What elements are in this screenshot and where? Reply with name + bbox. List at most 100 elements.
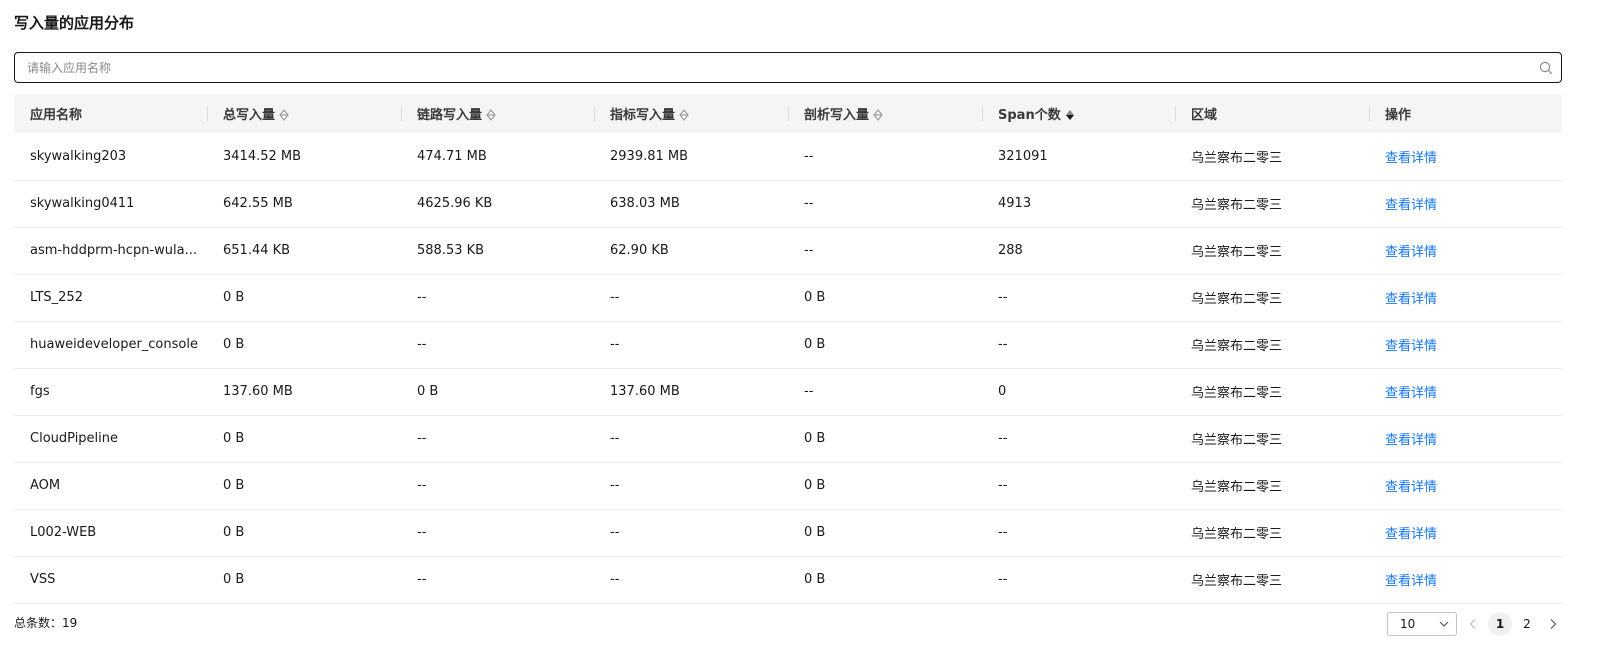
cell-span: 288: [982, 227, 1175, 275]
cell-trace: --: [401, 321, 594, 369]
cell-region: 乌兰察布二零三: [1175, 180, 1369, 228]
view-details-link[interactable]: 查看详情: [1385, 245, 1437, 260]
cell-profile: 0 B: [788, 509, 982, 557]
cell-region: 乌兰察布二零三: [1175, 368, 1369, 416]
view-details-link[interactable]: 查看详情: [1385, 386, 1437, 401]
column-header-app-name: 应用名称: [14, 94, 207, 133]
cell-span: --: [982, 509, 1175, 557]
cell-profile: --: [788, 227, 982, 275]
cell-metric: --: [594, 415, 788, 463]
cell-app-name: L002-WEB: [14, 509, 207, 557]
prev-page-button[interactable]: [1465, 612, 1481, 636]
column-header-span[interactable]: Span个数: [982, 94, 1175, 133]
cell-region: 乌兰察布二零三: [1175, 509, 1369, 557]
chevron-left-icon: [1469, 619, 1476, 629]
table-row: huaweideveloper_console 0 B -- -- 0 B --…: [14, 321, 1562, 369]
cell-metric: 638.03 MB: [594, 180, 788, 228]
page-size-select[interactable]: 10: [1387, 612, 1457, 636]
cell-span: --: [982, 321, 1175, 369]
table-header-row: 应用名称 总写入量 链路写入量 指标写入量 剖析写入量 Span个数 区域 操作: [14, 94, 1562, 133]
cell-trace: --: [401, 415, 594, 463]
table-row: asm-hddprm-hcpn-wula... 651.44 KB 588.53…: [14, 227, 1562, 275]
view-details-link[interactable]: 查看详情: [1385, 339, 1437, 354]
cell-metric: --: [594, 509, 788, 557]
cell-total: 0 B: [207, 415, 401, 463]
cell-action: 查看详情: [1369, 227, 1562, 275]
table-row: skywalking203 3414.52 MB 474.71 MB 2939.…: [14, 133, 1562, 181]
page-1-button[interactable]: 1: [1488, 612, 1512, 636]
table-row: fgs 137.60 MB 0 B 137.60 MB -- 0 乌兰察布二零三…: [14, 368, 1562, 416]
cell-profile: 0 B: [788, 415, 982, 463]
cell-metric: 137.60 MB: [594, 368, 788, 416]
sort-icon[interactable]: [873, 108, 883, 121]
cell-profile: 0 B: [788, 556, 982, 604]
view-details-link[interactable]: 查看详情: [1385, 480, 1437, 495]
app-distribution-table: 应用名称 总写入量 链路写入量 指标写入量 剖析写入量 Span个数 区域 操作…: [14, 94, 1562, 604]
view-details-link[interactable]: 查看详情: [1385, 574, 1437, 589]
cell-total: 642.55 MB: [207, 180, 401, 228]
column-header-total[interactable]: 总写入量: [207, 94, 401, 133]
search-icon[interactable]: [1531, 53, 1561, 82]
cell-trace: --: [401, 462, 594, 510]
cell-metric: 62.90 KB: [594, 227, 788, 275]
page-2-button[interactable]: 2: [1516, 612, 1538, 636]
view-details-link[interactable]: 查看详情: [1385, 527, 1437, 542]
cell-span: 321091: [982, 133, 1175, 181]
view-details-link[interactable]: 查看详情: [1385, 433, 1437, 448]
total-count: 总条数：19: [14, 616, 78, 630]
sort-icon[interactable]: [486, 108, 496, 121]
cell-profile: 0 B: [788, 274, 982, 322]
cell-metric: --: [594, 321, 788, 369]
sort-icon[interactable]: [679, 108, 689, 121]
cell-trace: --: [401, 556, 594, 604]
cell-app-name: skywalking0411: [14, 180, 207, 228]
cell-total: 0 B: [207, 556, 401, 604]
cell-action: 查看详情: [1369, 556, 1562, 604]
cell-metric: --: [594, 462, 788, 510]
table-row: L002-WEB 0 B -- -- 0 B -- 乌兰察布二零三 查看详情: [14, 509, 1562, 557]
search-box[interactable]: [14, 52, 1562, 83]
cell-total: 651.44 KB: [207, 227, 401, 275]
chevron-down-icon: [1439, 621, 1449, 627]
cell-profile: 0 B: [788, 462, 982, 510]
sort-icon[interactable]: [279, 108, 289, 121]
cell-app-name: huaweideveloper_console: [14, 321, 207, 369]
cell-total: 0 B: [207, 509, 401, 557]
cell-region: 乌兰察布二零三: [1175, 556, 1369, 604]
cell-total: 0 B: [207, 321, 401, 369]
cell-app-name: asm-hddprm-hcpn-wula...: [14, 227, 207, 275]
cell-region: 乌兰察布二零三: [1175, 415, 1369, 463]
page-title: 写入量的应用分布: [14, 14, 135, 32]
cell-profile: --: [788, 133, 982, 181]
column-header-trace[interactable]: 链路写入量: [401, 94, 594, 133]
view-details-link[interactable]: 查看详情: [1385, 198, 1437, 213]
cell-action: 查看详情: [1369, 509, 1562, 557]
cell-action: 查看详情: [1369, 462, 1562, 510]
page: 写入量的应用分布 应用名称 总写入量 链路写入量 指标写入量 剖析写入量 Spa…: [0, 0, 1608, 662]
column-header-action: 操作: [1369, 94, 1562, 133]
cell-total: 137.60 MB: [207, 368, 401, 416]
cell-action: 查看详情: [1369, 274, 1562, 322]
column-header-profile[interactable]: 剖析写入量: [788, 94, 982, 133]
cell-profile: --: [788, 180, 982, 228]
cell-total: 0 B: [207, 462, 401, 510]
cell-action: 查看详情: [1369, 368, 1562, 416]
next-page-button[interactable]: [1545, 612, 1561, 636]
column-header-metric[interactable]: 指标写入量: [594, 94, 788, 133]
cell-region: 乌兰察布二零三: [1175, 462, 1369, 510]
sort-desc-icon[interactable]: [1065, 109, 1075, 121]
table-row: VSS 0 B -- -- 0 B -- 乌兰察布二零三 查看详情: [14, 556, 1562, 604]
cell-action: 查看详情: [1369, 415, 1562, 463]
view-details-link[interactable]: 查看详情: [1385, 292, 1437, 307]
cell-trace: --: [401, 509, 594, 557]
cell-region: 乌兰察布二零三: [1175, 321, 1369, 369]
cell-trace: --: [401, 274, 594, 322]
search-input[interactable]: [15, 53, 1531, 82]
cell-region: 乌兰察布二零三: [1175, 133, 1369, 181]
cell-trace: 0 B: [401, 368, 594, 416]
cell-app-name: LTS_252: [14, 274, 207, 322]
cell-trace: 588.53 KB: [401, 227, 594, 275]
cell-action: 查看详情: [1369, 180, 1562, 228]
cell-metric: --: [594, 556, 788, 604]
view-details-link[interactable]: 查看详情: [1385, 151, 1437, 166]
